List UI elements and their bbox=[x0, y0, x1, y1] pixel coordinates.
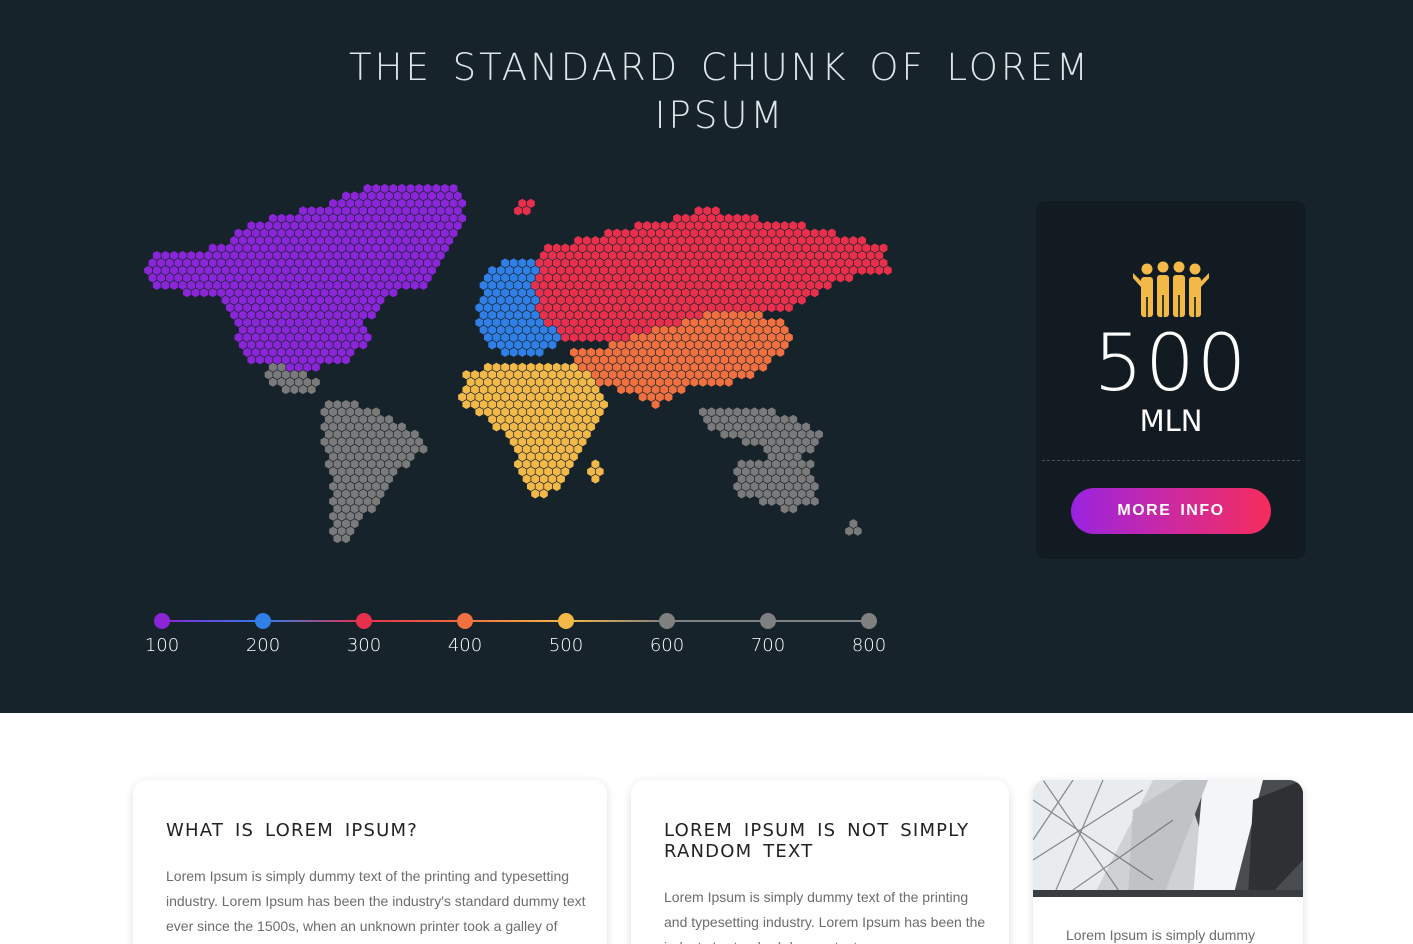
map-region-south-asia bbox=[569, 310, 793, 410]
info-card-1: WHAT IS LOREM IPSUM? Lorem Ipsum is simp… bbox=[133, 780, 607, 944]
stat-card: 500 MLN MORE INFO bbox=[1036, 201, 1306, 559]
card-title: WHAT IS LOREM IPSUM? bbox=[166, 820, 418, 841]
map-region-south-america bbox=[320, 399, 428, 544]
info-card-2: LOREM IPSUM IS NOT SIMPLY RANDOM TEXT Lo… bbox=[631, 780, 1009, 944]
people-group-icon bbox=[1133, 261, 1209, 317]
timeline-label: 600 bbox=[649, 635, 685, 656]
map-region-hexes bbox=[475, 250, 574, 357]
timeline-segment bbox=[465, 620, 566, 622]
timeline-label: 500 bbox=[548, 635, 584, 656]
map-region-australia bbox=[733, 452, 819, 514]
map-region-se-asia bbox=[698, 407, 823, 454]
map-region-hexes bbox=[569, 310, 793, 410]
stat-unit: MLN bbox=[1139, 404, 1203, 438]
card-body: Lorem Ipsum is simply dummy text of the … bbox=[664, 889, 986, 944]
timeline-label: 800 bbox=[851, 635, 887, 656]
timeline-dot-200[interactable] bbox=[255, 613, 271, 629]
map-region-hexes bbox=[733, 452, 819, 514]
info-card-3: Lorem Ipsum is simply dummy bbox=[1033, 780, 1303, 944]
timeline-dot-600[interactable] bbox=[659, 613, 675, 629]
card-body: Lorem Ipsum is simply dummy text of the … bbox=[166, 868, 586, 944]
timeline-label: 400 bbox=[447, 635, 483, 656]
map-region-greenland-mini bbox=[514, 198, 535, 216]
timeline-scale[interactable]: 100 200 300 400 500 600 700 800 bbox=[140, 605, 900, 665]
card-body: Lorem Ipsum is simply dummy bbox=[1066, 927, 1256, 943]
timeline-label: 200 bbox=[245, 635, 281, 656]
timeline-label: 100 bbox=[144, 635, 180, 656]
timeline-dot-800[interactable] bbox=[861, 613, 877, 629]
timeline-segment bbox=[667, 620, 768, 622]
timeline-segment bbox=[263, 620, 364, 622]
card-title: LOREM IPSUM IS NOT SIMPLY RANDOM TEXT bbox=[664, 820, 970, 862]
timeline-label: 300 bbox=[346, 635, 382, 656]
map-region-new-zealand bbox=[845, 519, 862, 536]
hero-title: THE STANDARD CHUNK OF LOREM IPSUM bbox=[349, 46, 1091, 137]
timeline-dot-400[interactable] bbox=[457, 613, 473, 629]
map-region-africa bbox=[458, 362, 608, 499]
map-region-hexes bbox=[320, 399, 428, 544]
architecture-photo bbox=[1033, 780, 1303, 897]
timeline-dot-300[interactable] bbox=[356, 613, 372, 629]
timeline-segment bbox=[768, 620, 869, 622]
map-region-north-america bbox=[144, 183, 467, 372]
map-region-hexes bbox=[458, 362, 608, 499]
map-region-hexes bbox=[144, 183, 467, 372]
timeline-segment bbox=[364, 620, 465, 622]
timeline-dot-500[interactable] bbox=[558, 613, 574, 629]
map-region-hexes bbox=[845, 519, 862, 536]
map-region-europe bbox=[475, 250, 574, 357]
timeline-dot-100[interactable] bbox=[154, 613, 170, 629]
timeline-dot-700[interactable] bbox=[760, 613, 776, 629]
map-region-hexes bbox=[698, 407, 823, 454]
timeline-segment bbox=[566, 620, 667, 622]
timeline-segment bbox=[162, 620, 263, 622]
map-region-hexes bbox=[514, 198, 535, 216]
stat-value: 500 bbox=[1093, 319, 1249, 409]
map-region-hexes bbox=[587, 459, 604, 484]
stat-divider bbox=[1042, 460, 1300, 461]
hero-section: THE STANDARD CHUNK OF LOREM IPSUM 100 200… bbox=[0, 0, 1413, 713]
map-region-madagascar bbox=[587, 459, 604, 484]
timeline-label: 700 bbox=[750, 635, 786, 656]
more-info-button[interactable]: MORE INFO bbox=[1071, 488, 1271, 534]
world-map-hex-grid bbox=[144, 183, 892, 544]
